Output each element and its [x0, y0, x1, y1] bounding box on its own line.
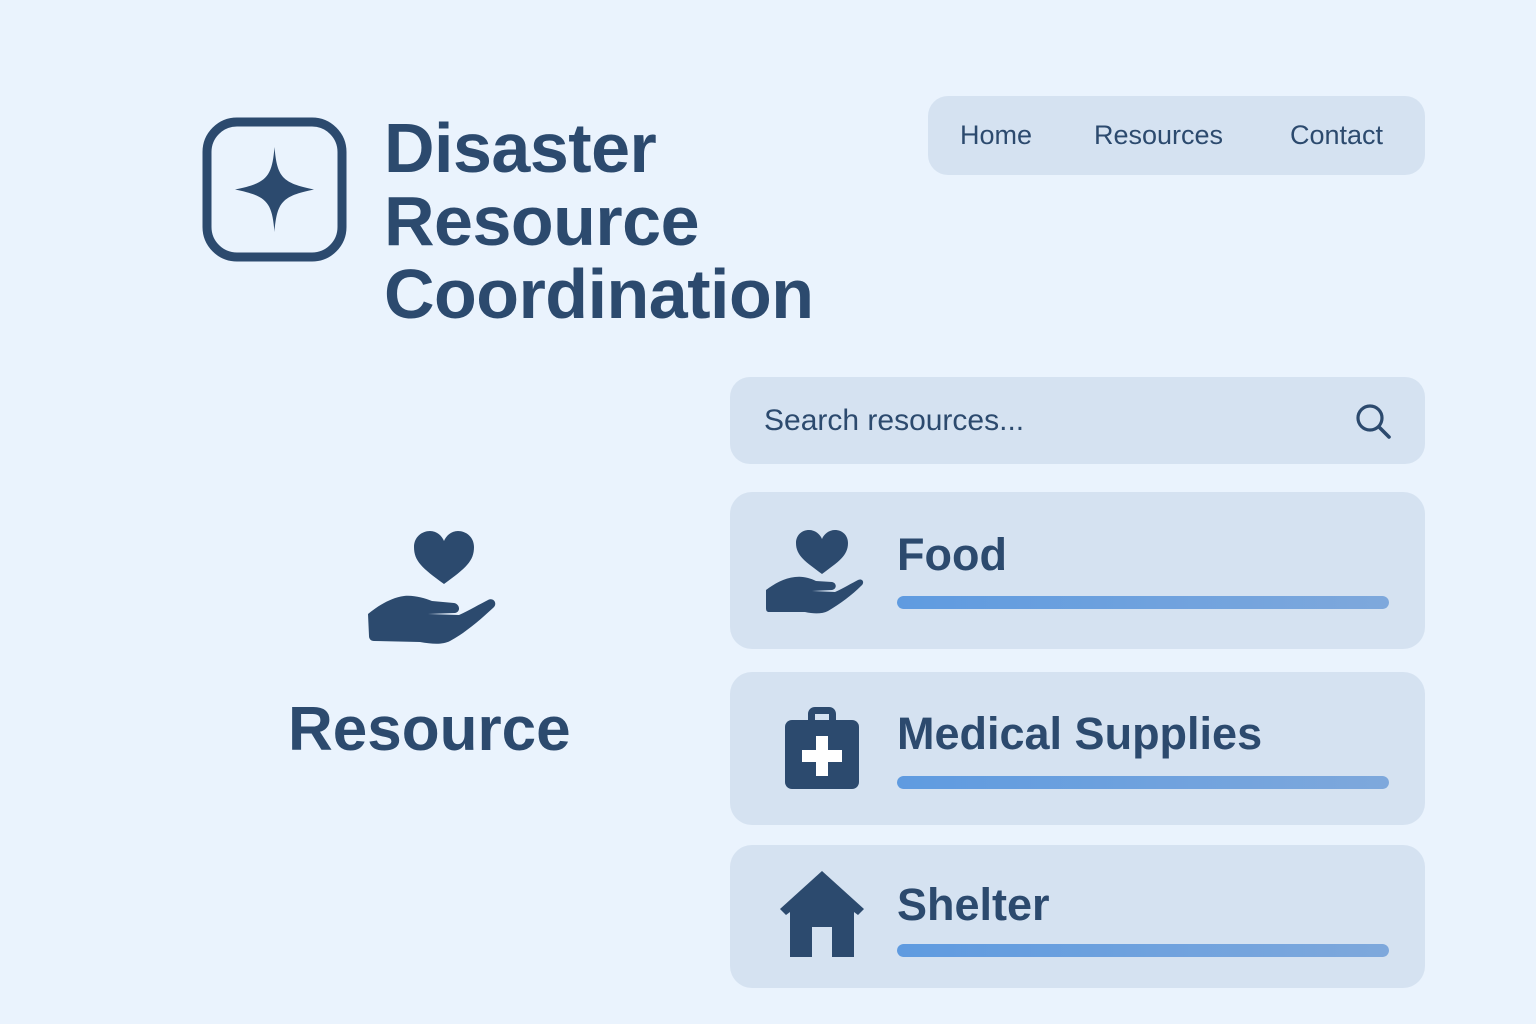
app-title: Disaster Resource Coordination: [384, 109, 814, 333]
resource-progress-fill: [897, 596, 1389, 609]
resource-progress-bar: [897, 776, 1389, 789]
search-icon[interactable]: [1354, 402, 1392, 440]
resource-label: Food: [897, 529, 1007, 580]
resource-card-shelter[interactable]: Shelter: [730, 845, 1425, 988]
search-bar: [730, 377, 1425, 464]
app-title-line: Resource: [384, 182, 700, 260]
top-nav: Home Resources Contact: [928, 96, 1425, 175]
house-icon: [780, 871, 864, 957]
resource-progress-fill: [897, 944, 1389, 957]
hand-heart-icon: [766, 530, 864, 614]
resource-progress-fill: [897, 776, 1389, 789]
nav-contact-link[interactable]: Contact: [1290, 96, 1383, 175]
resource-card-medical-supplies[interactable]: Medical Supplies: [730, 672, 1425, 825]
resource-progress-bar: [897, 596, 1389, 609]
app-title-line: Coordination: [384, 255, 814, 333]
resource-heading: Resource: [288, 695, 571, 764]
resource-progress-bar: [897, 944, 1389, 957]
resource-card-food[interactable]: Food: [730, 492, 1425, 649]
nav-home-link[interactable]: Home: [960, 96, 1032, 175]
search-input[interactable]: [764, 377, 1344, 464]
resource-label: Medical Supplies: [897, 708, 1263, 759]
medical-kit-icon: [785, 707, 859, 789]
nav-resources-link[interactable]: Resources: [1094, 96, 1223, 175]
sparkle-icon: [202, 117, 347, 262]
hand-heart-icon: [368, 531, 496, 644]
app-title-line: Disaster: [384, 109, 657, 187]
resource-label: Shelter: [897, 879, 1050, 930]
